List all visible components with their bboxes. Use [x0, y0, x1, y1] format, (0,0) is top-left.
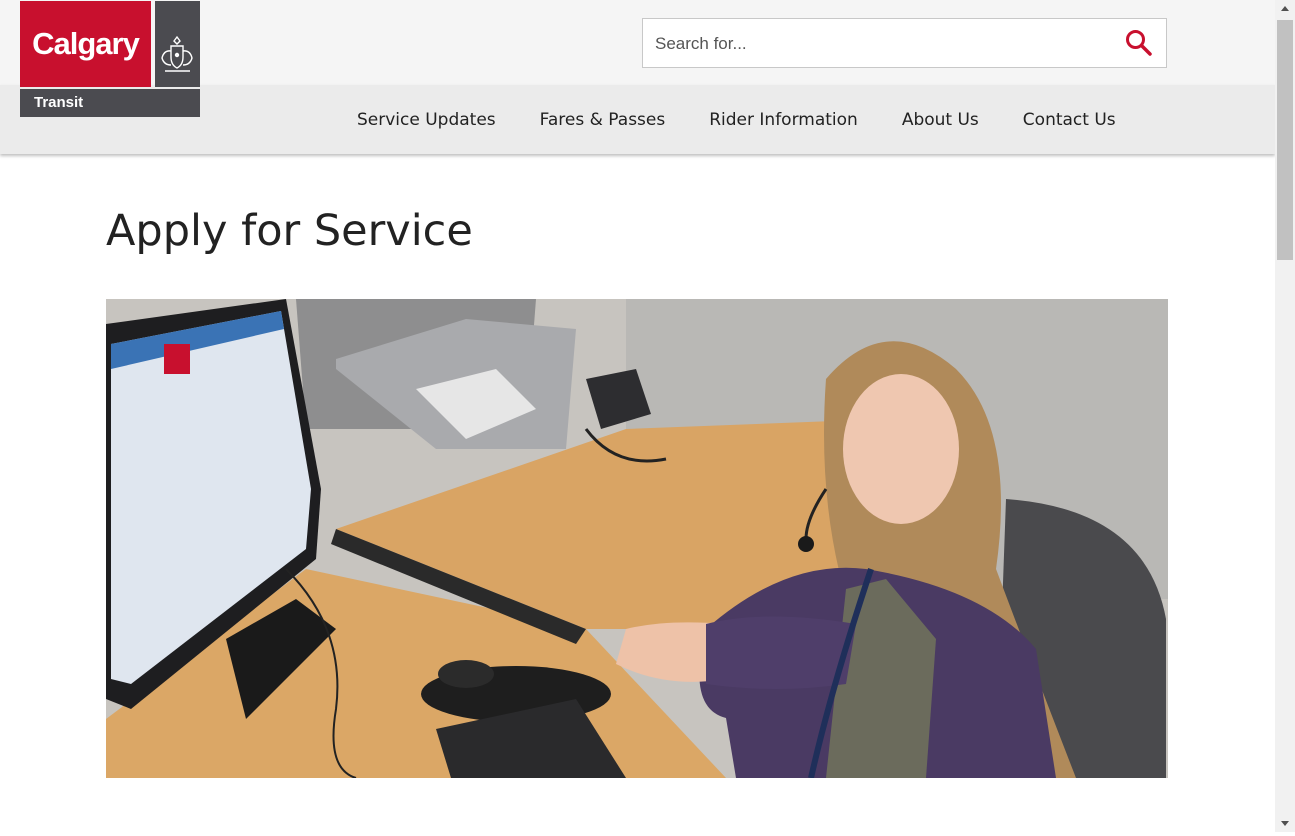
logo-wordmark: Calgary	[20, 1, 151, 87]
magnifier-icon	[1126, 30, 1152, 56]
search-button[interactable]	[1124, 28, 1154, 58]
logo-subtitle: Transit	[20, 89, 200, 117]
page-title: Apply for Service	[106, 206, 473, 256]
scroll-up-icon[interactable]	[1275, 0, 1295, 17]
scrollbar-thumb[interactable]	[1277, 20, 1293, 260]
nav-rider-information[interactable]: Rider Information	[687, 110, 880, 130]
nav-about-us[interactable]: About Us	[880, 110, 1001, 130]
hero-image	[106, 299, 1168, 778]
scroll-down-icon[interactable]	[1275, 815, 1295, 832]
search-box	[642, 18, 1167, 68]
page-scrollbar[interactable]	[1275, 0, 1295, 832]
nav-fares-passes[interactable]: Fares & Passes	[518, 110, 688, 130]
calgary-transit-logo[interactable]: Calgary Transit	[20, 1, 200, 117]
logo-crest	[155, 1, 200, 87]
main-navigation: Service Updates Fares & Passes Rider Inf…	[335, 85, 1138, 154]
nav-contact-us[interactable]: Contact Us	[1001, 110, 1138, 130]
crest-icon	[161, 35, 193, 72]
nav-service-updates[interactable]: Service Updates	[335, 110, 518, 130]
hero-photo-illustration	[106, 299, 1168, 778]
search-input[interactable]	[653, 29, 1107, 59]
